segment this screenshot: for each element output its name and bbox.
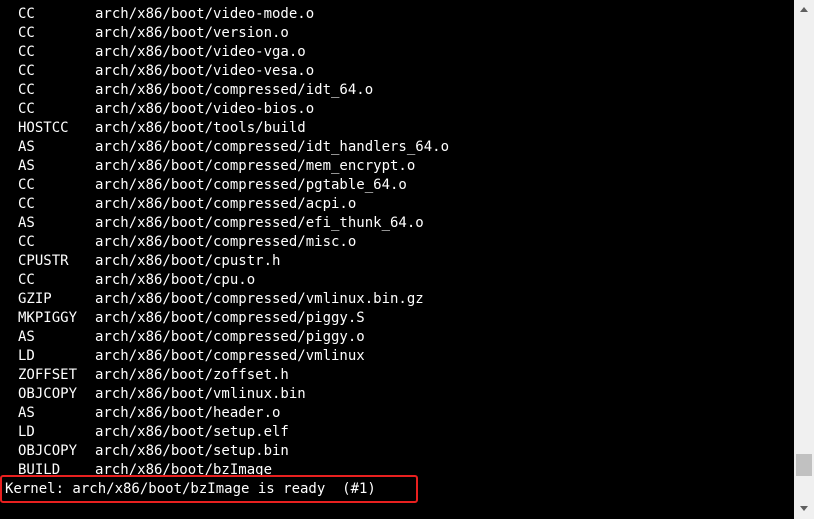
- log-line: CC arch/x86/boot/video-bios.o: [0, 100, 790, 119]
- log-path: arch/x86/boot/tools/build: [95, 120, 306, 136]
- log-path: arch/x86/boot/compressed/pgtable_64.o: [95, 177, 407, 193]
- log-line: CC arch/x86/boot/compressed/acpi.o: [0, 195, 790, 214]
- log-tool: AS: [18, 405, 35, 421]
- log-line: AS arch/x86/boot/compressed/idt_handlers_…: [0, 138, 790, 157]
- log-tool: CC: [18, 234, 35, 250]
- log-path: arch/x86/boot/bzImage: [95, 462, 273, 478]
- log-path: arch/x86/boot/compressed/mem_encrypt.o: [95, 158, 416, 174]
- kernel-ready-message: Kernel: arch/x86/boot/bzImage is ready (…: [5, 481, 376, 497]
- log-line: AS arch/x86/boot/compressed/piggy.o: [0, 328, 790, 347]
- log-tool: GZIP: [18, 291, 52, 307]
- log-line: CC arch/x86/boot/video-vesa.o: [0, 62, 790, 81]
- log-tool: LD: [18, 424, 35, 440]
- log-line: CC arch/x86/boot/video-vga.o: [0, 43, 790, 62]
- scroll-thumb[interactable]: [796, 454, 812, 477]
- log-path: arch/x86/boot/compressed/idt_handlers_64…: [95, 139, 450, 155]
- log-tool: BUILD: [18, 462, 61, 478]
- log-line: CC arch/x86/boot/video-mode.o: [0, 5, 790, 24]
- log-tool: AS: [18, 329, 35, 345]
- log-tool: ZOFFSET: [18, 367, 78, 383]
- log-tool: LD: [18, 348, 35, 364]
- log-path: arch/x86/boot/setup.bin: [95, 443, 289, 459]
- log-tool: CC: [18, 82, 35, 98]
- log-line: LD arch/x86/boot/compressed/vmlinux: [0, 347, 790, 366]
- log-path: arch/x86/boot/cpu.o: [95, 272, 256, 288]
- log-line: AS arch/x86/boot/header.o: [0, 404, 790, 423]
- log-path: arch/x86/boot/video-vesa.o: [95, 63, 315, 79]
- log-tool: CC: [18, 25, 35, 41]
- log-tool: CC: [18, 63, 35, 79]
- log-tool: AS: [18, 215, 35, 231]
- scroll-up-button[interactable]: [794, 0, 814, 20]
- log-line: CC arch/x86/boot/version.o: [0, 24, 790, 43]
- log-path: arch/x86/boot/zoffset.h: [95, 367, 289, 383]
- log-line: AS arch/x86/boot/compressed/efi_thunk_64.…: [0, 214, 790, 233]
- log-line: HOSTCC arch/x86/boot/tools/build: [0, 119, 790, 138]
- log-path: arch/x86/boot/compressed/misc.o: [95, 234, 357, 250]
- log-tool: CC: [18, 196, 35, 212]
- log-tool: CC: [18, 177, 35, 193]
- log-path: arch/x86/boot/compressed/vmlinux.bin.gz: [95, 291, 424, 307]
- log-path: arch/x86/boot/compressed/idt_64.o: [95, 82, 374, 98]
- log-path: arch/x86/boot/compressed/efi_thunk_64.o: [95, 215, 424, 231]
- log-path: arch/x86/boot/video-bios.o: [95, 101, 315, 117]
- vertical-scrollbar[interactable]: [794, 0, 814, 519]
- log-path: arch/x86/boot/setup.elf: [95, 424, 289, 440]
- log-tool: MKPIGGY: [18, 310, 78, 326]
- triangle-down-icon: [800, 506, 808, 511]
- log-tool: AS: [18, 139, 35, 155]
- log-path: arch/x86/boot/video-mode.o: [95, 6, 315, 22]
- terminal-output[interactable]: CC arch/x86/boot/video-mode.o CC arch/x86/b…: [0, 0, 794, 519]
- log-tool: CC: [18, 6, 35, 22]
- scroll-down-button[interactable]: [794, 499, 814, 519]
- log-line: OBJCOPY arch/x86/boot/vmlinux.bin: [0, 385, 790, 404]
- log-tool: CC: [18, 101, 35, 117]
- log-line: MKPIGGY arch/x86/boot/compressed/piggy.S: [0, 309, 790, 328]
- log-tool: CC: [18, 44, 35, 60]
- log-line: ZOFFSET arch/x86/boot/zoffset.h: [0, 366, 790, 385]
- log-line: BUILD arch/x86/boot/bzImage: [0, 461, 790, 480]
- log-line: CC arch/x86/boot/compressed/misc.o: [0, 233, 790, 252]
- log-tool: OBJCOPY: [18, 386, 78, 402]
- log-tool: OBJCOPY: [18, 443, 78, 459]
- log-line: AS arch/x86/boot/compressed/mem_encrypt.o: [0, 157, 790, 176]
- log-line: OBJCOPY arch/x86/boot/setup.bin: [0, 442, 790, 461]
- log-line: GZIP arch/x86/boot/compressed/vmlinux.bin…: [0, 290, 790, 309]
- log-path: arch/x86/boot/cpustr.h: [95, 253, 281, 269]
- log-path: arch/x86/boot/video-vga.o: [95, 44, 306, 60]
- log-line: CC arch/x86/boot/cpu.o: [0, 271, 790, 290]
- log-path: arch/x86/boot/vmlinux.bin: [95, 386, 306, 402]
- log-tool: CC: [18, 272, 35, 288]
- log-path: arch/x86/boot/header.o: [95, 405, 281, 421]
- triangle-up-icon: [800, 7, 808, 12]
- log-path: arch/x86/boot/version.o: [95, 25, 289, 41]
- log-path: arch/x86/boot/compressed/piggy.o: [95, 329, 365, 345]
- log-line: CC arch/x86/boot/compressed/idt_64.o: [0, 81, 790, 100]
- log-tool: CPUSTR: [18, 253, 69, 269]
- log-line: CC arch/x86/boot/compressed/pgtable_64.o: [0, 176, 790, 195]
- log-tool: HOSTCC: [18, 120, 69, 136]
- log-tool: AS: [18, 158, 35, 174]
- log-path: arch/x86/boot/compressed/acpi.o: [95, 196, 357, 212]
- log-line: CPUSTR arch/x86/boot/cpustr.h: [0, 252, 790, 271]
- log-path: arch/x86/boot/compressed/piggy.S: [95, 310, 365, 326]
- log-line: LD arch/x86/boot/setup.elf: [0, 423, 790, 442]
- log-path: arch/x86/boot/compressed/vmlinux: [95, 348, 365, 364]
